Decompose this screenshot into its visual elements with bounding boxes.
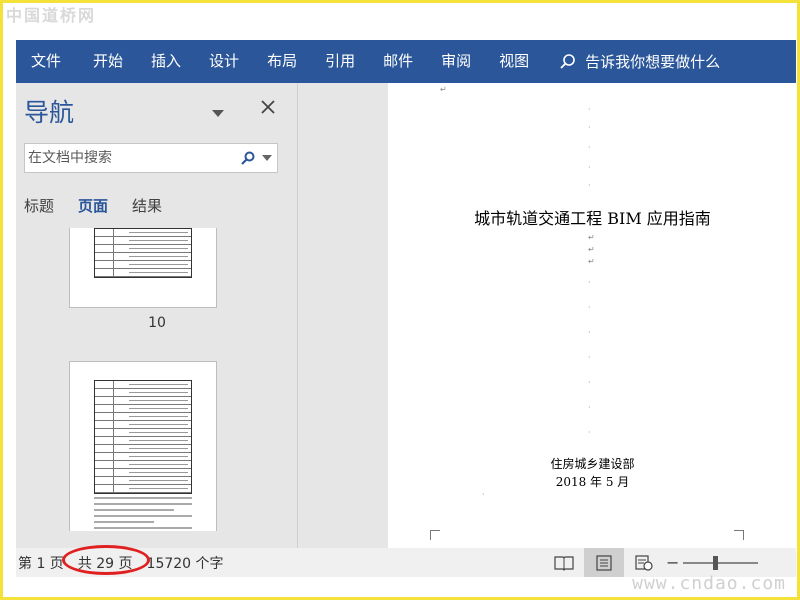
nav-tab-results[interactable]: 结果 bbox=[132, 195, 162, 216]
paragraph-mark: · bbox=[588, 163, 591, 172]
page-thumbnail-11[interactable] bbox=[69, 361, 217, 531]
paragraph-mark: · bbox=[588, 353, 591, 362]
tab-home[interactable]: 开始 bbox=[79, 40, 137, 83]
search-icon bbox=[560, 53, 575, 69]
margin-corner-mark bbox=[734, 530, 744, 540]
paragraph-mark: · bbox=[588, 403, 591, 412]
document-organization: 住房城乡建设部 bbox=[550, 457, 635, 471]
zoom-slider[interactable] bbox=[683, 555, 759, 570]
page-thumbnail-10[interactable] bbox=[69, 228, 217, 308]
tab-review[interactable]: 审阅 bbox=[427, 40, 485, 83]
nav-pane-title: 导航 bbox=[24, 98, 75, 127]
thumbnail-table bbox=[94, 228, 192, 278]
nav-options-dropdown[interactable] bbox=[212, 103, 224, 122]
paragraph-mark: ↵ bbox=[588, 257, 595, 266]
thumbnail-table bbox=[94, 380, 192, 494]
nav-close-button[interactable] bbox=[261, 99, 275, 118]
zoom-slider-thumb[interactable] bbox=[713, 555, 719, 570]
paragraph-mark: · bbox=[588, 105, 591, 114]
paragraph-mark: ↵ bbox=[588, 233, 595, 242]
paragraph-mark: · bbox=[588, 428, 591, 437]
print-layout-button[interactable] bbox=[584, 548, 624, 577]
tab-view[interactable]: 视图 bbox=[485, 40, 543, 83]
watermark-logo-top: 中国道桥网 bbox=[6, 6, 97, 25]
nav-tab-headings[interactable]: 标题 bbox=[24, 195, 54, 216]
paragraph-mark: ↵ bbox=[440, 85, 447, 94]
tab-insert[interactable]: 插入 bbox=[137, 40, 195, 83]
close-icon bbox=[261, 100, 275, 114]
nav-search-box bbox=[24, 143, 278, 173]
paragraph-mark: · bbox=[588, 328, 591, 337]
watermark-url-bottom: www.cndao.com bbox=[632, 573, 786, 594]
document-page[interactable]: ↵ · · · · · 城市轨道交通工程 BIM 应用指南 ↵ ↵ ↵ · · … bbox=[388, 83, 797, 548]
read-mode-button[interactable] bbox=[544, 548, 584, 577]
paragraph-mark: · bbox=[588, 303, 591, 312]
document-area: ↵ · · · · · 城市轨道交通工程 BIM 应用指南 ↵ ↵ ↵ · · … bbox=[299, 83, 797, 548]
tab-mailings[interactable]: 邮件 bbox=[369, 40, 427, 83]
zoom-out-button[interactable]: − bbox=[666, 553, 679, 572]
tell-me-box[interactable]: 告诉我你想要做什么 bbox=[559, 51, 720, 72]
caret-down-icon bbox=[212, 110, 224, 117]
book-icon bbox=[554, 555, 574, 571]
tab-file[interactable]: 文件 bbox=[16, 40, 79, 83]
nav-tabs: 标题 页面 结果 bbox=[24, 195, 186, 216]
document-title: 城市轨道交通工程 BIM 应用指南 bbox=[474, 209, 711, 228]
tell-me-text: 告诉我你想要做什么 bbox=[585, 53, 721, 71]
status-total-pages[interactable]: 共 29 页 bbox=[78, 553, 133, 573]
thumbnail-page-number: 10 bbox=[148, 315, 166, 331]
web-layout-icon bbox=[635, 554, 653, 571]
paragraph-mark: · bbox=[482, 490, 485, 499]
paragraph-mark: · bbox=[588, 181, 591, 190]
nav-search-input[interactable] bbox=[25, 150, 235, 166]
word-window: 文件 开始 插入 设计 布局 引用 邮件 审阅 视图 告诉我你想要做什么 导航 bbox=[16, 40, 797, 577]
navigation-pane: 导航 标题 bbox=[16, 83, 298, 548]
paragraph-mark: ↵ bbox=[588, 245, 595, 254]
status-page[interactable]: 第 1 页 bbox=[18, 553, 64, 573]
paragraph-mark: · bbox=[588, 278, 591, 287]
tab-layout[interactable]: 布局 bbox=[253, 40, 311, 83]
paragraph-mark: · bbox=[588, 378, 591, 387]
nav-tab-pages[interactable]: 页面 bbox=[78, 195, 108, 216]
status-word-count[interactable]: 15720 个字 bbox=[147, 553, 224, 573]
margin-corner-mark bbox=[430, 530, 440, 540]
paragraph-mark: · bbox=[588, 143, 591, 152]
paragraph-mark: · bbox=[588, 123, 591, 132]
ribbon-tab-bar: 文件 开始 插入 设计 布局 引用 邮件 审阅 视图 告诉我你想要做什么 bbox=[16, 40, 796, 83]
tab-references[interactable]: 引用 bbox=[311, 40, 369, 83]
document-date: 2018 年 5 月 bbox=[555, 475, 630, 489]
magnifier-icon[interactable] bbox=[240, 150, 256, 166]
tab-design[interactable]: 设计 bbox=[195, 40, 253, 83]
page-layout-icon bbox=[596, 554, 612, 571]
search-options-caret-icon[interactable] bbox=[262, 154, 272, 162]
